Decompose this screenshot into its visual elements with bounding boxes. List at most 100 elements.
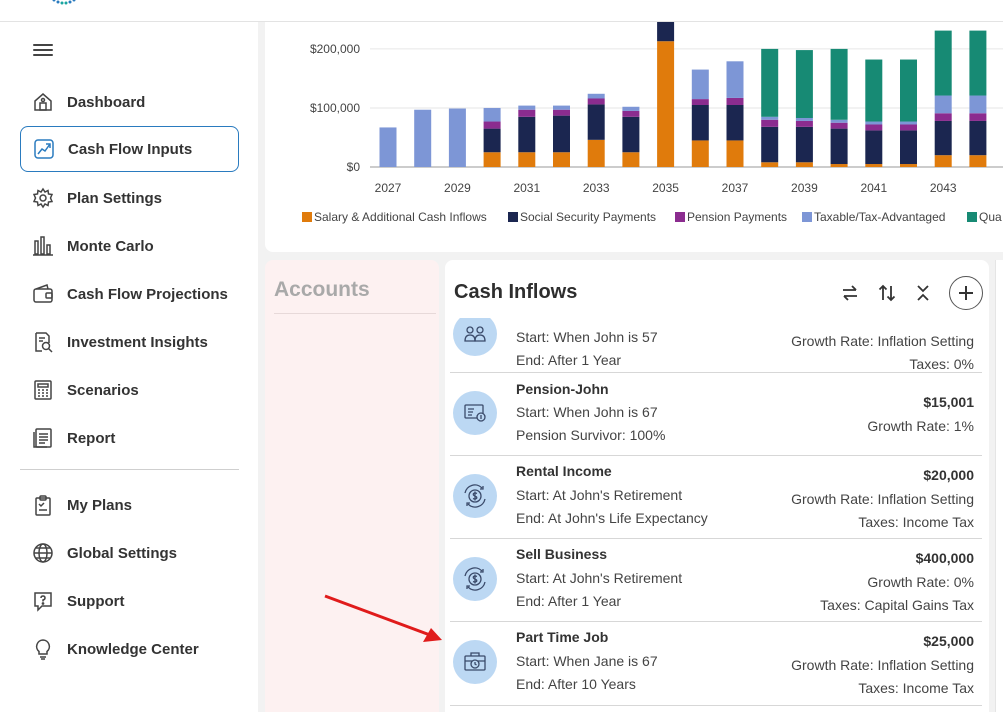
- inflow-start: Start: At John's Retirement: [516, 487, 683, 503]
- sidebar-item-knowledge-center[interactable]: Knowledge Center: [20, 626, 239, 672]
- document-icon: [30, 425, 56, 451]
- legend-swatch: [967, 212, 977, 222]
- chart-bar-segment: [761, 116, 779, 120]
- sidebar-item-label: Global Settings: [67, 544, 178, 562]
- bar-chart-icon: [30, 233, 56, 259]
- clipboard-icon: [30, 492, 56, 518]
- cash-inflow-item[interactable]: Start: When John is 57 End: After 1 Year…: [450, 318, 982, 373]
- chart-bar-segment: [587, 93, 605, 99]
- calculator-icon: [30, 377, 56, 403]
- legend-swatch: [675, 212, 685, 222]
- accounts-divider: [274, 313, 436, 314]
- sidebar-item-label: My Plans: [67, 496, 133, 514]
- swap-horizontal-icon[interactable]: [839, 282, 861, 304]
- sidebar-item-global-settings[interactable]: Global Settings: [20, 530, 239, 576]
- annotation-arrow: [324, 594, 442, 642]
- chart-bar-segment: [795, 117, 813, 121]
- inflow-end: End: After 1 Year: [516, 352, 622, 368]
- sidebar-item-support[interactable]: Support: [20, 578, 239, 624]
- sidebar-item-plan-settings[interactable]: Plan Settings: [20, 175, 239, 221]
- chart-bar-segment: [795, 120, 813, 127]
- sidebar-item-label: Cash Flow Projections: [67, 285, 228, 303]
- house-icon: [30, 89, 56, 115]
- chart-bar-segment: [553, 152, 570, 167]
- chart-bar-segment: [934, 113, 952, 121]
- chart-bar-segment: [969, 120, 987, 156]
- inflow-growth-rate: Growth Rate: 0%: [867, 574, 974, 590]
- sidebar-item-report[interactable]: Report: [20, 415, 239, 461]
- sidebar: Dashboard Cash Flow Inputs Plan Settings…: [0, 22, 258, 712]
- inflow-amount: $15,001: [923, 394, 974, 410]
- collapse-icon[interactable]: [912, 282, 934, 304]
- y-tick-label: $100,000: [310, 101, 360, 115]
- sidebar-item-label: Plan Settings: [67, 189, 163, 207]
- chart-bar-segment: [969, 113, 987, 121]
- gear-icon: [30, 185, 56, 211]
- scrollbar[interactable]: [995, 260, 1003, 712]
- sidebar-item-label: Dashboard: [67, 93, 146, 111]
- chart-bar-segment: [761, 126, 779, 163]
- menu-icon[interactable]: [33, 44, 53, 58]
- legend-label: Taxable/Tax-Advantaged: [814, 210, 945, 224]
- chart-bar-segment: [622, 116, 640, 153]
- x-tick-label: 2039: [791, 181, 818, 195]
- chart-bar-segment: [622, 106, 640, 111]
- chart-bar-segment: [934, 120, 952, 156]
- sidebar-item-dashboard[interactable]: Dashboard: [20, 79, 239, 125]
- chart-bar-segment: [830, 164, 848, 167]
- chart-bar-segment: [726, 140, 744, 167]
- chart-bar-segment: [518, 109, 536, 117]
- inflow-growth-rate: Growth Rate: Inflation Setting: [791, 657, 974, 673]
- chart-bar-segment: [379, 127, 397, 167]
- cash-inflow-item[interactable]: Sell Business Start: At John's Retiremen…: [450, 539, 982, 622]
- inflow-taxes: Taxes: Capital Gains Tax: [820, 597, 974, 613]
- chart-bar-segment: [657, 22, 675, 42]
- chart-bar-segment: [830, 119, 848, 123]
- x-tick-label: 2029: [444, 181, 471, 195]
- inflow-end: End: After 1 Year: [516, 593, 622, 609]
- chart-bar-segment: [691, 99, 709, 105]
- sidebar-item-label: Report: [67, 429, 116, 447]
- accounts-title: Accounts: [274, 278, 370, 301]
- sort-icon[interactable]: [876, 282, 898, 304]
- chart-bar-segment: [553, 109, 570, 116]
- chart-bar-segment: [934, 155, 952, 167]
- cash-flow-chart-panel: $0 $100,000 $200,000 2027 2029 2031 2033 2035 20…: [265, 22, 1003, 252]
- chart-up-icon: [31, 136, 57, 162]
- inflow-name: Pension-John: [516, 381, 609, 397]
- chart-bar-segment: [900, 124, 917, 131]
- chart-bar-segment: [483, 128, 501, 153]
- sidebar-item-monte-carlo[interactable]: Monte Carlo: [20, 223, 239, 269]
- sidebar-item-investment-insights[interactable]: Investment Insights: [20, 319, 239, 365]
- inflow-amount: $20,000: [923, 467, 974, 483]
- wallet-icon: [30, 281, 56, 307]
- chart-bar-segment: [761, 119, 779, 127]
- chart-bar-segment: [865, 59, 883, 122]
- cash-inflow-item[interactable]: Part Time Job Start: When Jane is 67 End…: [450, 622, 982, 706]
- sidebar-item-cash-flow-inputs[interactable]: Cash Flow Inputs: [20, 126, 239, 172]
- chart-bar-segment: [830, 122, 848, 129]
- chart-bar-segment: [518, 105, 536, 110]
- sidebar-item-label: Support: [67, 592, 125, 610]
- inflow-growth-rate: Growth Rate: 1%: [867, 418, 974, 434]
- sidebar-item-label: Cash Flow Inputs: [68, 140, 193, 158]
- cash-inflows-list[interactable]: Start: When John is 57 End: After 1 Year…: [445, 318, 989, 712]
- sidebar-item-my-plans[interactable]: My Plans: [20, 482, 239, 528]
- cash-inflow-item[interactable]: Pension-John Start: When John is 67 Pens…: [450, 373, 982, 456]
- chart-bar-segment: [865, 130, 883, 165]
- top-bar: [0, 0, 1003, 22]
- inflow-amount: $25,000: [923, 633, 974, 649]
- chart-bar-segment: [865, 164, 883, 167]
- question-bubble-icon: [30, 588, 56, 614]
- dollar-cycle-icon: [453, 557, 497, 601]
- sidebar-divider: [20, 469, 239, 470]
- legend-label: Pension Payments: [687, 210, 787, 224]
- sidebar-item-scenarios[interactable]: Scenarios: [20, 367, 239, 413]
- sidebar-item-cash-flow-projections[interactable]: Cash Flow Projections: [20, 271, 239, 317]
- cash-inflow-item[interactable]: Rental Income Start: At John's Retiremen…: [450, 456, 982, 539]
- sidebar-item-label: Monte Carlo: [67, 237, 154, 255]
- x-tick-label: 2031: [513, 181, 540, 195]
- add-cash-inflow-button[interactable]: [949, 276, 983, 310]
- chart-bar-segment: [587, 104, 605, 140]
- chart-bar-segment: [483, 121, 501, 129]
